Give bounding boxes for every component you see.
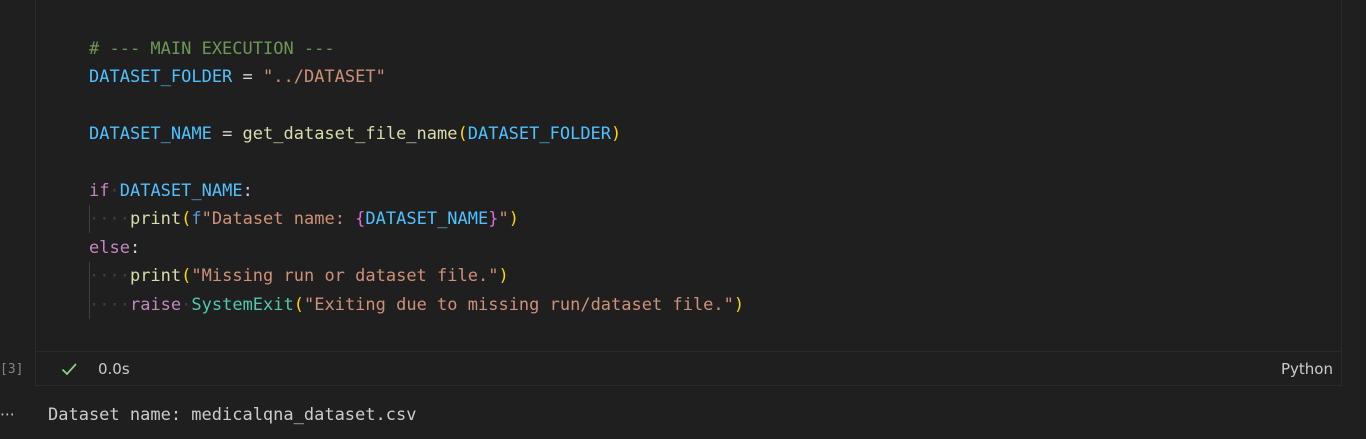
code-line-10: ····raise·SystemExit("Exiting due to mis… [89,295,745,315]
bracket-token: } [488,209,499,229]
bracket-token: ( [457,124,468,144]
variable-token: DATASET_NAME [89,124,212,144]
bracket-token: ) [733,295,745,315]
code-comment: # --- MAIN EXECUTION --- [89,39,335,59]
code-line-9: ····print("Missing run or dataset file."… [89,266,509,286]
keyword-token: else [89,238,130,258]
bracket-token: { [355,209,366,229]
keyword-token: if [89,181,110,201]
code-line-6: if·DATASET_NAME: [89,181,253,201]
function-token: print [129,266,182,286]
string-token: "Missing run or dataset file." [191,266,499,286]
code-line-4: DATASET_NAME = get_dataset_file_name(DAT… [89,120,621,148]
string-token: "Dataset name: [201,209,356,229]
bracket-token: ( [181,266,192,286]
variable-token: DATASET_NAME [119,181,243,201]
ellipsis-icon[interactable]: ⋯ [0,403,16,425]
notebook-cell[interactable]: # --- MAIN EXECUTION --- DATASET_FOLDER … [35,0,1342,386]
cell-status-bar: 0.0s Python [36,351,1341,386]
bracket-token: ( [181,209,192,229]
variable-token: DATASET_NAME [365,209,489,229]
code-line-1: # --- MAIN EXECUTION --- [89,35,335,63]
string-token: " [498,209,509,229]
bracket-token: ) [508,209,519,229]
operator-token: = [232,67,264,87]
operator-token: = [211,124,243,144]
keyword-token: raise [129,295,182,315]
string-token: "Exiting due to missing run/dataset file… [304,295,734,315]
class-token: SystemExit [191,295,294,315]
language-selector[interactable]: Python [1281,352,1333,387]
execution-duration: 0.0s [98,360,130,378]
bracket-token: ( [293,295,304,315]
string-token: "../DATASET" [263,67,386,87]
operator-token: : [129,238,141,258]
cell-output-text: Dataset name: medicalqna_dataset.csv [48,405,417,425]
operator-token: : [242,181,253,201]
bracket-token: ) [611,124,622,144]
code-line-2: DATASET_FOLDER = "../DATASET" [89,63,386,91]
fstring-prefix-token: f [191,209,202,229]
check-icon [61,363,77,376]
variable-token: DATASET_FOLDER [89,67,233,87]
variable-token: DATASET_FOLDER [467,124,612,144]
bracket-token: ) [498,266,509,286]
code-editor[interactable]: # --- MAIN EXECUTION --- DATASET_FOLDER … [36,0,1341,351]
code-line-8: else: [89,234,140,262]
function-token: get_dataset_file_name [242,124,458,144]
execution-count: [3] [0,362,24,377]
code-line-7: ····print(f"Dataset name: {DATASET_NAME}… [89,209,519,229]
function-token: print [129,209,182,229]
